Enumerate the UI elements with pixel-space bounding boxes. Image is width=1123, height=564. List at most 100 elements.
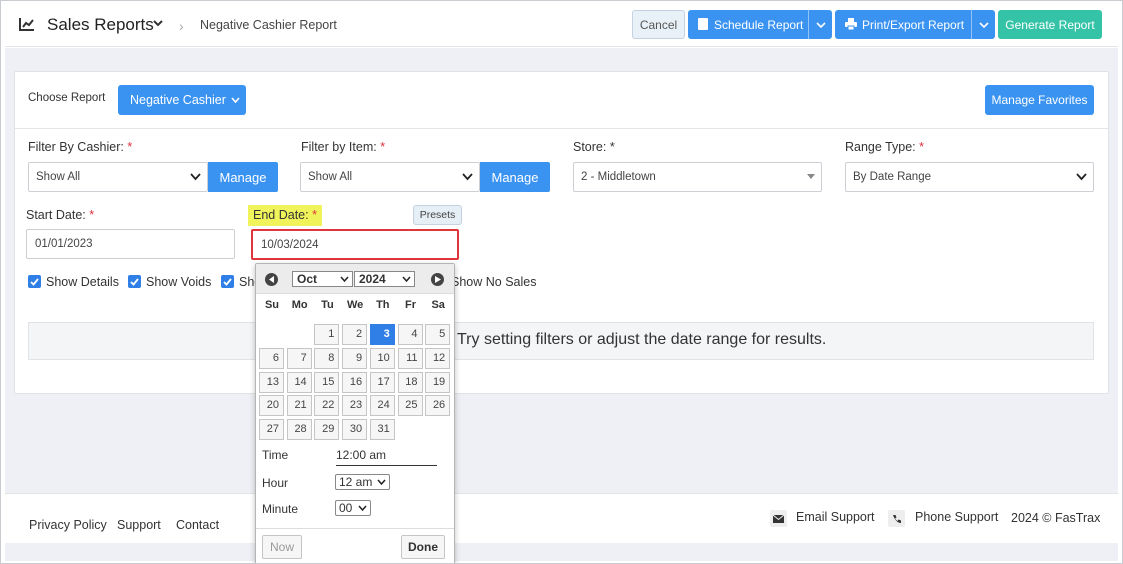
calendar-day[interactable]: 30 [342, 419, 368, 441]
calendar-day[interactable]: 14 [286, 371, 312, 393]
calendar-day[interactable]: 12 [425, 347, 451, 369]
privacy-policy-link[interactable]: Privacy Policy [29, 518, 107, 532]
datepicker-popup: Oct 2024 Su Mo Tu We Th Fr Sa 1 2 3 4 5 6 7 8 9 10 11 12 13… [255, 263, 455, 563]
calendar-day[interactable]: 18 [397, 371, 423, 393]
calendar-day[interactable]: 26 [425, 395, 451, 417]
partial-checkbox[interactable] [221, 275, 234, 288]
show-details-checkbox[interactable] [28, 275, 41, 288]
chevron-down-icon [1076, 173, 1087, 181]
range-type-label: Range Type: * [845, 140, 925, 154]
check-icon [223, 277, 232, 286]
calendar-day[interactable]: 5 [425, 324, 451, 345]
calendar-day[interactable]: 4 [397, 324, 423, 345]
schedule-report-label: Schedule Report [714, 18, 804, 32]
show-voids-checkbox[interactable] [128, 275, 141, 288]
divider [15, 128, 1108, 129]
caret-down-icon [807, 174, 815, 179]
minute-select[interactable]: 00 [335, 500, 371, 516]
next-month-button[interactable] [431, 273, 444, 286]
store-label: Store: * [573, 140, 615, 154]
email-support-link[interactable]: Email Support [796, 510, 875, 524]
manage-item-button[interactable]: Manage [480, 162, 550, 192]
chevron-down-icon [815, 21, 826, 28]
now-button[interactable]: Now [262, 535, 302, 559]
page-title[interactable]: Sales Reports [47, 15, 154, 35]
calendar-day[interactable]: 3 [369, 324, 395, 345]
copyright: 2024 © FasTrax [1011, 511, 1101, 525]
print-export-button[interactable]: Print/Export Report [835, 10, 995, 39]
chevron-down-icon [190, 173, 201, 181]
weekday-header: Fr [405, 299, 416, 311]
calendar-day[interactable]: 21 [286, 395, 312, 417]
app-window: Sales Reports › Negative Cashier Report … [0, 0, 1123, 564]
schedule-dropdown-toggle[interactable] [808, 10, 832, 39]
check-icon [30, 277, 39, 286]
calendar-day[interactable]: 16 [342, 371, 368, 393]
end-date-input[interactable]: 10/03/2024 [251, 229, 459, 260]
choose-report-label: Choose Report [28, 92, 106, 104]
chart-line-icon [19, 18, 34, 31]
calendar-day[interactable]: 23 [342, 395, 368, 417]
range-type-select[interactable]: By Date Range [845, 162, 1094, 192]
print-dropdown-toggle[interactable] [971, 10, 995, 39]
prev-month-button[interactable] [265, 273, 278, 286]
chevron-down-icon [462, 173, 473, 181]
breadcrumb: Negative Cashier Report [200, 18, 337, 32]
calendar-day[interactable]: 19 [425, 371, 451, 393]
month-select[interactable]: Oct [292, 271, 353, 287]
contact-link[interactable]: Contact [176, 518, 219, 532]
calendar-day[interactable]: 22 [314, 395, 340, 417]
calendar-day[interactable]: 2 [342, 324, 368, 345]
weekday-header: We [346, 299, 364, 311]
presets-button[interactable]: Presets [413, 205, 462, 225]
calendar-day[interactable]: 27 [259, 419, 284, 441]
calendar-day[interactable]: 11 [397, 347, 423, 369]
weekday-header: Mo [291, 299, 308, 311]
calendar-day[interactable]: 25 [397, 395, 423, 417]
calendar-day[interactable]: 8 [314, 347, 340, 369]
calendar-day[interactable]: 9 [342, 347, 368, 369]
weekday-header: Th [376, 299, 390, 311]
chevron-down-icon [340, 276, 349, 283]
hour-select[interactable]: 12 am [335, 474, 390, 490]
calendar-day[interactable]: 29 [314, 419, 340, 441]
calendar-day[interactable]: 31 [369, 419, 395, 441]
chevron-down-icon [231, 96, 240, 103]
phone-support-link[interactable]: Phone Support [915, 510, 998, 524]
calendar-day[interactable]: 17 [369, 371, 395, 393]
chevron-down-icon[interactable] [152, 17, 164, 29]
calendar-day[interactable]: 7 [286, 347, 312, 369]
support-link[interactable]: Support [117, 518, 161, 532]
minute-label: Minute [262, 502, 299, 516]
calendar-day[interactable]: 13 [259, 371, 284, 393]
hour-label: Hour [262, 476, 289, 490]
generate-report-button[interactable]: Generate Report [998, 10, 1102, 39]
manage-favorites-button[interactable]: Manage Favorites [985, 85, 1094, 115]
done-button[interactable]: Done [401, 535, 445, 559]
start-date-input[interactable]: 01/01/2023 [26, 229, 235, 259]
time-display: 12:00 am [336, 448, 437, 466]
calendar-day[interactable]: 20 [259, 395, 284, 417]
print-export-label: Print/Export Report [862, 18, 965, 32]
calendar-day[interactable]: 6 [259, 347, 284, 369]
show-no-sales-label: Show No Sales [451, 275, 537, 289]
year-select[interactable]: 2024 [354, 271, 415, 287]
calendar-day[interactable]: 1 [314, 324, 340, 345]
calendar-day[interactable]: 24 [369, 395, 395, 417]
store-select[interactable]: 2 - Middletown [573, 162, 822, 192]
calendar-day[interactable]: 10 [369, 347, 395, 369]
check-icon [130, 277, 139, 286]
calendar-day[interactable]: 28 [286, 419, 312, 441]
cashier-select[interactable]: Show All [28, 162, 208, 192]
cancel-button[interactable]: Cancel [632, 10, 685, 39]
calendar-day[interactable]: 15 [314, 371, 340, 393]
phone-icon [888, 510, 905, 527]
report-select-button[interactable]: Negative Cashier [118, 85, 246, 115]
report-select-label: Negative Cashier [130, 93, 226, 107]
envelope-icon [770, 510, 787, 527]
end-date-label: End Date: * [248, 205, 322, 226]
item-select[interactable]: Show All [300, 162, 480, 192]
chevron-down-icon [978, 21, 989, 28]
schedule-report-button[interactable]: Schedule Report [688, 10, 832, 39]
manage-cashier-button[interactable]: Manage [208, 162, 278, 192]
